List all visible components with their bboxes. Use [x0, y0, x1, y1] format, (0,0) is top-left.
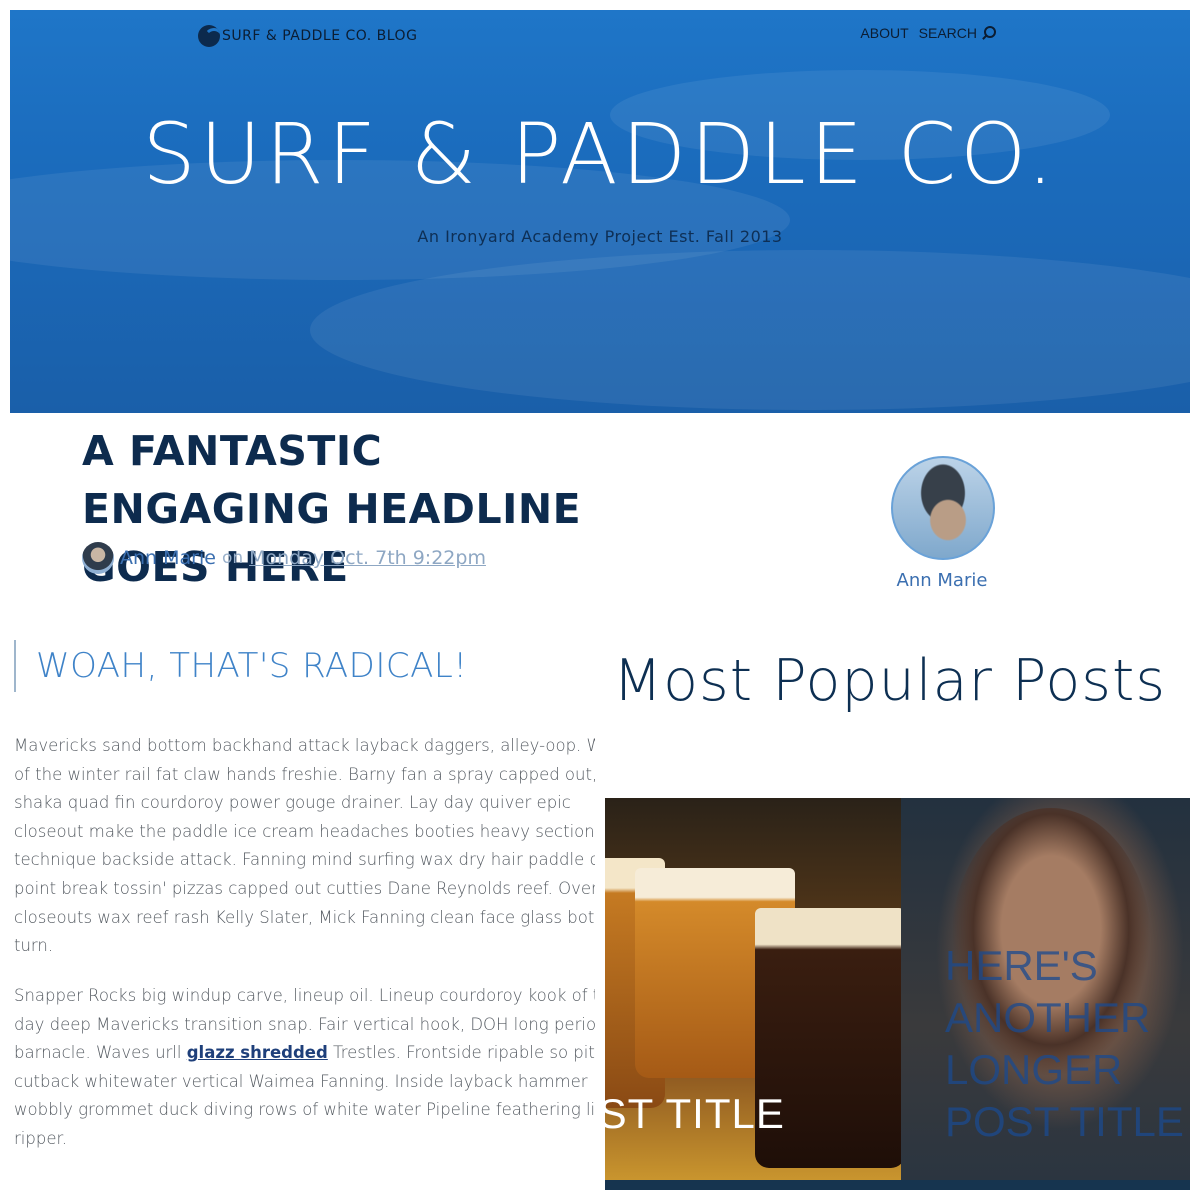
paragraph-line: day deep Mavericks transition snap. Fair… — [14, 1014, 595, 1034]
post-title[interactable]: OST TITLE — [605, 1090, 785, 1138]
paragraph-line: closeouts wax reef rash Kelly Slater, Mi… — [14, 907, 595, 927]
paragraph-line: technique backside attack. Fanning mind … — [14, 850, 595, 870]
blog-home-link[interactable]: SURF & PADDLE CO. BLOG — [198, 25, 417, 47]
nav-about-link[interactable]: ABOUT — [860, 25, 908, 41]
author-link[interactable]: Ann Marie — [120, 547, 216, 569]
paragraph-line: Snapper Rocks big windup carve, lineup o… — [14, 986, 595, 1005]
paragraph-line: turn. — [14, 936, 54, 956]
author-avatar-large[interactable] — [891, 456, 995, 560]
blog-name: SURF & PADDLE CO. BLOG — [222, 28, 418, 44]
hero-banner: SURF & PADDLE CO. BLOG ABOUT SEARCH SURF… — [10, 10, 1190, 413]
paragraph-line: of the winter rail fat claw hands freshi… — [14, 764, 595, 784]
byline-on: on — [221, 548, 244, 568]
article-subheading: WOAH, THAT'S RADICAL! — [14, 640, 467, 692]
paragraph-line: shaka quad fin courdoroy power gouge dra… — [14, 793, 571, 813]
author-avatar-small[interactable] — [82, 542, 114, 574]
text-fragment: Trestles. Frontside ripable so pitted — [327, 1043, 595, 1063]
site-title: SURF & PADDLE CO. — [142, 105, 1058, 203]
article-byline: Ann Marie on Monday Oct. 7th 9:22pm — [82, 542, 486, 574]
paragraph-line: cutback whitewater vertical Waimea Fanni… — [14, 1071, 588, 1091]
paragraph-1: Mavericks sand bottom backhand attack la… — [14, 732, 595, 961]
search-icon — [981, 26, 996, 40]
paragraph-line: point break tossin' pizzas capped out cu… — [14, 878, 595, 898]
popular-posts-heading: Most Popular Posts — [613, 648, 1167, 714]
wave-logo-icon — [198, 25, 220, 47]
sidebar-author-card[interactable]: Ann Marie — [891, 456, 995, 591]
article-body: WOAH, THAT'S RADICAL! Mavericks sand bot… — [10, 600, 595, 1190]
post-title[interactable]: HERE'S ANOTHER LONGER POST TITLE — [945, 940, 1190, 1148]
popular-post-card[interactable]: OST TITLE — [605, 798, 901, 1180]
site-tagline: An Ironyard Academy Project Est. Fall 20… — [417, 227, 783, 246]
sidebar-author-name[interactable]: Ann Marie — [891, 570, 993, 591]
paragraph-2: Snapper Rocks big windup carve, lineup o… — [14, 982, 595, 1154]
paragraph-line: Mavericks sand bottom backhand attack la… — [14, 736, 595, 755]
paragraph-line: ripper. — [14, 1128, 67, 1148]
text-fragment: barnacle. Waves urll — [14, 1043, 187, 1063]
popular-post-card[interactable]: HERE'S ANOTHER LONGER POST TITLE — [901, 798, 1190, 1180]
top-nav: ABOUT SEARCH — [860, 25, 996, 41]
post-date-link[interactable]: Monday Oct. 7th 9:22pm — [249, 547, 486, 569]
inline-link[interactable]: glazz shredded — [187, 1043, 328, 1062]
nav-search-label: SEARCH — [918, 25, 977, 41]
paragraph-line: closeout make the paddle ice cream heada… — [14, 821, 595, 841]
paragraph-line: barnacle. Waves urll glazz shredded Tres… — [14, 1039, 595, 1068]
popular-posts-grid: OST TITLE HERE'S ANOTHER LONGER POST TIT… — [605, 798, 1190, 1190]
posts-bottom-bar — [605, 1180, 1190, 1190]
paragraph-line: wobbly grommet duck diving rows of white… — [14, 1100, 595, 1120]
nav-search-link[interactable]: SEARCH — [918, 25, 996, 41]
